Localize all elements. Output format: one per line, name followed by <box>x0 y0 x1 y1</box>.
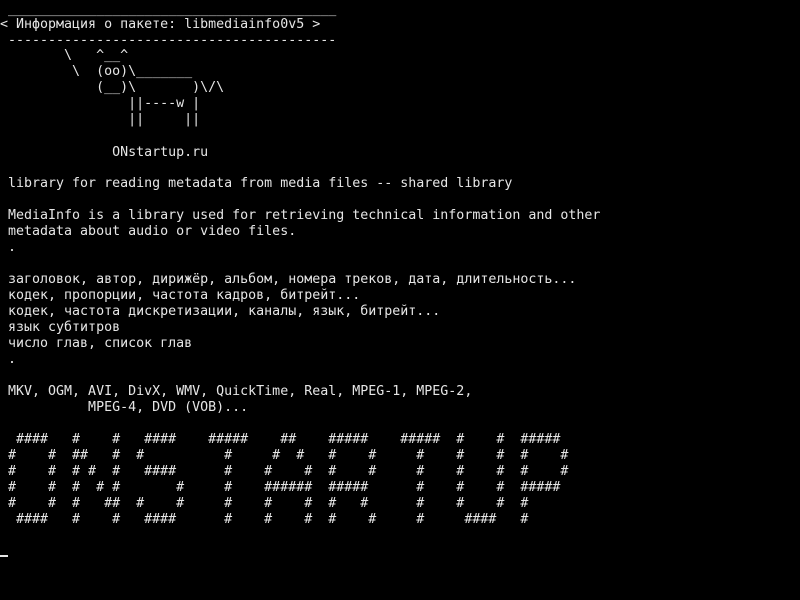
ascii-banner-line: #### # # #### # # # # # # #### # <box>0 512 529 527</box>
terminal-line: MKV, OGM, AVI, DivX, WMV, QuickTime, Rea… <box>0 384 473 399</box>
terminal-line: ONstartup.ru <box>0 145 209 160</box>
terminal-line: кодек, пропорции, частота кадров, битрей… <box>0 288 361 303</box>
terminal-line: язык субтитров <box>0 320 121 335</box>
terminal-line: MediaInfo is a library used for retrievi… <box>0 208 601 223</box>
terminal-line: || || <box>0 112 201 127</box>
terminal-line: ||----w | <box>0 96 201 111</box>
ascii-banner-line: # # # ## # # # # # # # # # # # <box>0 496 529 511</box>
terminal-line: library for reading metadata from media … <box>0 176 513 191</box>
ascii-banner-line: # # # # # # # ###### ##### # # # ##### <box>0 480 561 495</box>
terminal-line: < Информация о пакете: libmediainfo0v5 > <box>0 17 321 32</box>
terminal-line: . <box>0 240 17 255</box>
ascii-banner-line: # # # # # #### # # # # # # # # # # <box>0 464 569 479</box>
terminal-line: MPEG-4, DVD (VOB)... <box>0 400 249 415</box>
terminal-line: заголовок, автор, дирижёр, альбом, номер… <box>0 272 577 287</box>
terminal-line: кодек, частота дискретизации, каналы, яз… <box>0 304 441 319</box>
terminal-line: ________________________________________… <box>0 2 337 17</box>
terminal-line: число глав, список глав <box>0 336 193 351</box>
terminal-line: \ ^__^ <box>0 48 129 63</box>
text-cursor <box>0 555 8 557</box>
terminal-line: \ (oo)\_______ <box>0 64 193 79</box>
terminal-line: (__)\ )\/\ <box>0 80 225 95</box>
ascii-banner-line: # # ## # # # # # # # # # # # # <box>0 448 569 463</box>
ascii-banner-line: #### # # #### ##### ## ##### ##### # # #… <box>0 432 561 447</box>
terminal-line: ----------------------------------------… <box>0 33 337 48</box>
terminal-line: . <box>0 352 17 367</box>
terminal-line: metadata about audio or video files. <box>0 224 297 239</box>
terminal-screen[interactable]: ________________________________________… <box>0 0 800 600</box>
